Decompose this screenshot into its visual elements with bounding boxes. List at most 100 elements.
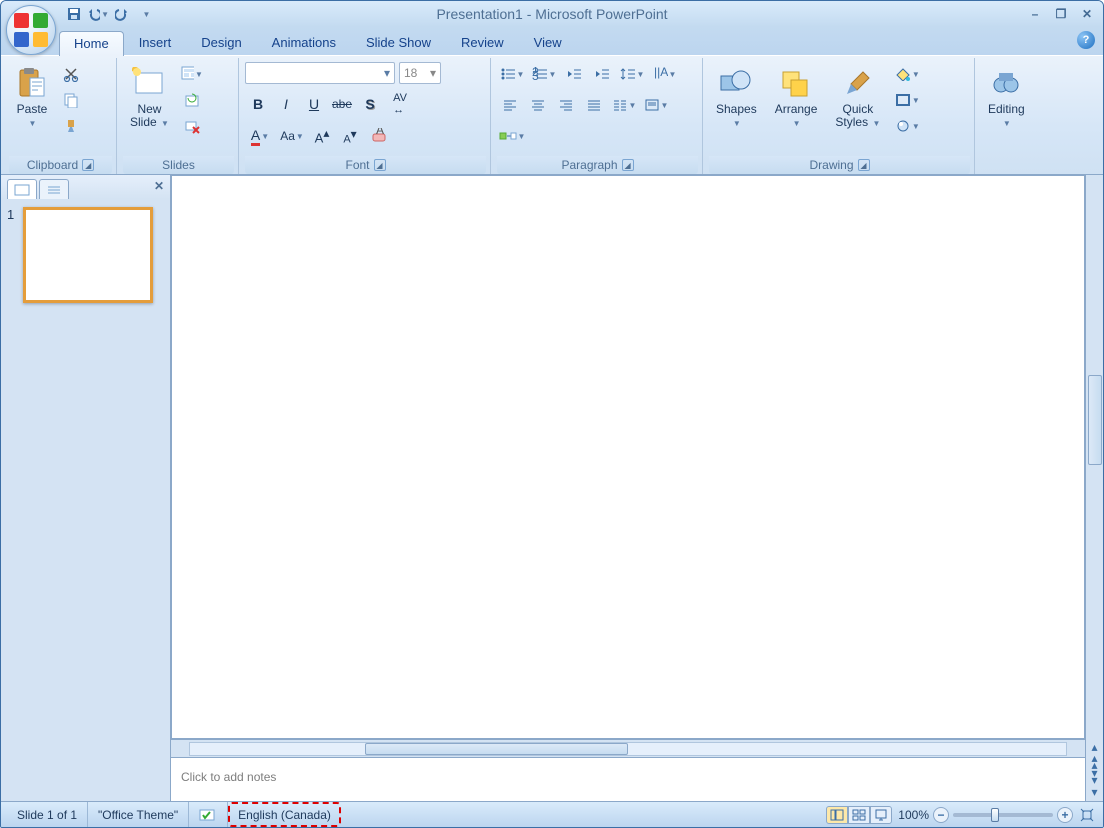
sorter-view-button[interactable]: [848, 806, 870, 824]
font-size-combo[interactable]: 18▾: [399, 62, 441, 84]
slide-thumbnail[interactable]: 1: [7, 207, 164, 303]
text-direction-button[interactable]: ||A▼: [649, 62, 679, 86]
bold-button[interactable]: B: [245, 92, 271, 116]
status-theme[interactable]: "Office Theme": [88, 802, 189, 827]
shape-fill-button[interactable]: ▼: [891, 62, 923, 86]
tab-slideshow[interactable]: Slide Show: [351, 30, 446, 55]
zoom-out-button[interactable]: −: [933, 807, 949, 823]
font-name-combo[interactable]: ▾: [245, 62, 395, 84]
character-spacing-button[interactable]: AV↔: [385, 92, 415, 116]
align-right-button[interactable]: [553, 93, 579, 117]
zoom-level[interactable]: 100%: [898, 808, 929, 822]
bullets-icon: [500, 67, 516, 81]
strikethrough-button[interactable]: abe: [329, 92, 355, 116]
arrange-button[interactable]: Arrange▼: [768, 62, 825, 152]
fit-icon: [1080, 808, 1094, 822]
shape-effects-button[interactable]: ▼: [891, 114, 923, 138]
increase-indent-button[interactable]: [589, 62, 615, 86]
shape-outline-button[interactable]: ▼: [891, 88, 923, 112]
paste-label: Paste: [17, 102, 48, 116]
slide-preview[interactable]: [23, 207, 153, 303]
qat-customize-button[interactable]: ▼: [135, 3, 157, 25]
reset-button[interactable]: [180, 88, 204, 112]
horizontal-scrollbar[interactable]: [171, 739, 1085, 757]
tab-home[interactable]: Home: [59, 31, 124, 56]
tab-review[interactable]: Review: [446, 30, 519, 55]
dialog-launcher-icon[interactable]: ◢: [858, 159, 870, 171]
status-language-highlighted[interactable]: English (Canada): [228, 802, 341, 827]
outline-tab[interactable]: [39, 179, 69, 199]
slides-tab[interactable]: [7, 179, 37, 199]
window-controls: – ❐ ✕: [1023, 5, 1099, 23]
font-color-button[interactable]: A▼: [245, 124, 275, 148]
close-button[interactable]: ✕: [1075, 5, 1099, 23]
quick-styles-button[interactable]: QuickStyles ▼: [828, 62, 887, 152]
thumbnails[interactable]: 1: [1, 199, 170, 801]
tab-insert[interactable]: Insert: [124, 30, 187, 55]
shapes-button[interactable]: Shapes▼: [709, 62, 764, 152]
normal-view-icon: [830, 809, 844, 821]
shadow-button[interactable]: S: [357, 92, 383, 116]
status-slide-count[interactable]: Slide 1 of 1: [7, 802, 88, 827]
columns-button[interactable]: ▼: [609, 93, 639, 117]
notes-pane[interactable]: Click to add notes: [171, 757, 1085, 801]
chevron-down-icon: ▼: [793, 119, 801, 128]
line-spacing-button[interactable]: ▼: [617, 62, 647, 86]
save-button[interactable]: [63, 3, 85, 25]
vertical-scrollbar[interactable]: ▴ ▴▴ ▾▾ ▾: [1085, 175, 1103, 801]
panel-close-button[interactable]: ✕: [154, 179, 164, 193]
numbering-button[interactable]: 123▼: [529, 62, 559, 86]
editing-button[interactable]: Editing▼: [981, 62, 1032, 152]
dialog-launcher-icon[interactable]: ◢: [374, 159, 386, 171]
align-center-button[interactable]: [525, 93, 551, 117]
fit-to-window-button[interactable]: [1077, 806, 1097, 824]
italic-button[interactable]: I: [273, 92, 299, 116]
slide-canvas[interactable]: [171, 175, 1085, 739]
status-spellcheck[interactable]: [189, 802, 228, 827]
layout-button[interactable]: ▼: [180, 62, 204, 86]
undo-button[interactable]: ▼: [87, 3, 109, 25]
tab-animations[interactable]: Animations: [257, 30, 351, 55]
tab-design[interactable]: Design: [186, 30, 256, 55]
help-button[interactable]: ?: [1077, 31, 1095, 49]
save-icon: [66, 6, 82, 22]
zoom-slider[interactable]: [953, 813, 1053, 817]
editor-area: Click to add notes ▴ ▴▴ ▾▾ ▾: [171, 175, 1103, 801]
delete-slide-button[interactable]: [180, 114, 204, 138]
ribbon-tabstrip: Home Insert Design Animations Slide Show…: [1, 27, 1103, 55]
bullets-button[interactable]: ▼: [497, 62, 527, 86]
copy-button[interactable]: [59, 88, 83, 112]
redo-button[interactable]: [111, 3, 133, 25]
underline-button[interactable]: U: [301, 92, 327, 116]
paste-button[interactable]: Paste▼: [9, 62, 55, 152]
tab-view[interactable]: View: [519, 30, 577, 55]
scroll-thumb[interactable]: [365, 743, 628, 755]
minimize-button[interactable]: –: [1023, 5, 1047, 23]
format-painter-button[interactable]: [59, 114, 83, 138]
scroll-thumb[interactable]: [1088, 375, 1102, 465]
office-button[interactable]: [6, 5, 56, 55]
align-text-button[interactable]: ▼: [641, 93, 671, 117]
change-case-button[interactable]: Aa▼: [277, 124, 307, 148]
shrink-font-button[interactable]: A▾: [337, 124, 363, 148]
editing-label: Editing: [988, 102, 1025, 116]
slideshow-view-button[interactable]: [870, 806, 892, 824]
clear-formatting-button[interactable]: A: [365, 124, 395, 148]
dialog-launcher-icon[interactable]: ◢: [82, 159, 94, 171]
zoom-slider-thumb[interactable]: [991, 808, 999, 822]
view-buttons: [826, 806, 892, 824]
normal-view-button[interactable]: [826, 806, 848, 824]
zoom-in-button[interactable]: +: [1057, 807, 1073, 823]
next-slide-button[interactable]: ▾: [1091, 785, 1097, 799]
cut-button[interactable]: [59, 62, 83, 86]
convert-smartart-button[interactable]: ▼: [497, 124, 527, 148]
new-slide-button[interactable]: NewSlide ▼: [123, 62, 176, 152]
decrease-indent-button[interactable]: [561, 62, 587, 86]
powerpoint-window: ▼ ▼ Presentation1 - Microsoft PowerPoint…: [0, 0, 1104, 828]
justify-button[interactable]: [581, 93, 607, 117]
maximize-button[interactable]: ❐: [1049, 5, 1073, 23]
next-slide-double[interactable]: ▾▾: [1091, 770, 1097, 784]
align-left-button[interactable]: [497, 93, 523, 117]
dialog-launcher-icon[interactable]: ◢: [622, 159, 634, 171]
grow-font-button[interactable]: A▴: [309, 124, 335, 148]
